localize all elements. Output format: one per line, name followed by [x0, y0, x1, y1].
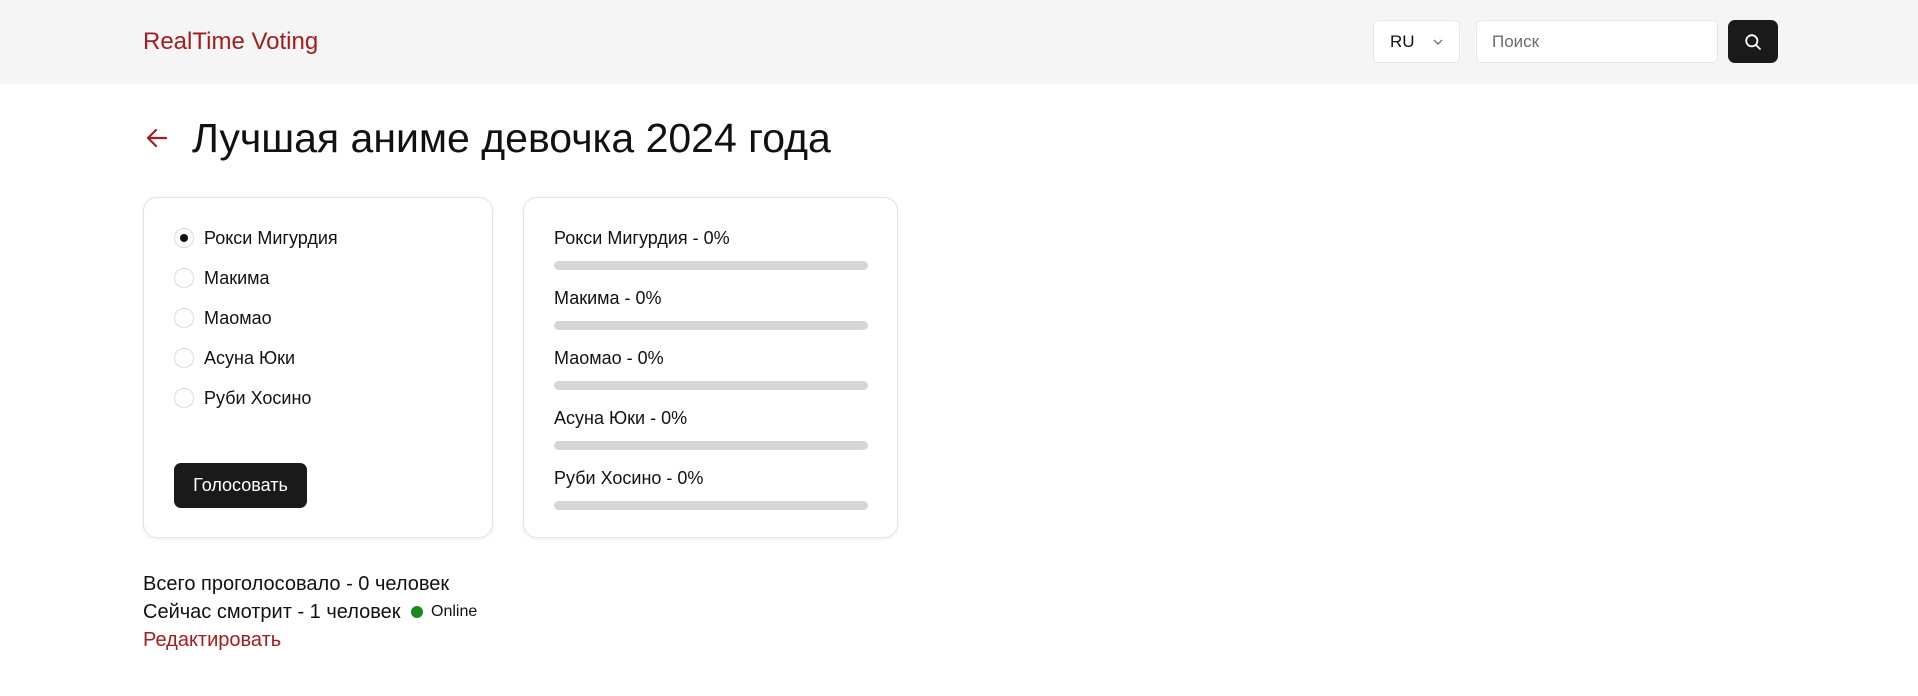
result-item: Маомао - 0% — [554, 347, 868, 390]
result-progress-bar — [554, 381, 868, 390]
result-progress-bar — [554, 321, 868, 330]
vote-option-label: Маомао — [204, 307, 272, 328]
page-title: Лучшая аниме девочка 2024 года — [192, 115, 831, 161]
vote-option-label: Руби Хосино — [204, 387, 312, 408]
radio-button[interactable] — [174, 388, 194, 408]
vote-option[interactable]: Руби Хосино — [174, 384, 311, 412]
search-button[interactable] — [1728, 20, 1778, 63]
radio-button[interactable] — [174, 268, 194, 288]
online-status: Online — [411, 603, 477, 621]
result-label: Макима - 0% — [554, 288, 662, 308]
chevron-down-icon — [1433, 39, 1443, 45]
result-item: Рокси Мигурдия - 0% — [554, 227, 868, 270]
total-votes-text: Всего проголосовало - 0 человек — [143, 573, 450, 595]
vote-option[interactable]: Рокси Мигурдия — [174, 224, 338, 252]
result-progress-bar — [554, 441, 868, 450]
result-item: Асуна Юки - 0% — [554, 407, 868, 450]
vote-option-label: Макима — [204, 267, 270, 288]
language-select-value: RU — [1390, 31, 1415, 51]
language-select[interactable]: RU — [1373, 20, 1460, 63]
radio-button-selected[interactable] — [174, 228, 194, 248]
result-label: Асуна Юки - 0% — [554, 408, 688, 428]
arrow-left-icon — [146, 128, 168, 148]
result-item: Макима - 0% — [554, 287, 868, 330]
result-progress-bar — [554, 261, 868, 270]
result-label: Руби Хосино - 0% — [554, 468, 704, 488]
results-card: Рокси Мигурдия - 0% Макима - 0% Маомао -… — [523, 197, 898, 538]
vote-option[interactable]: Макима — [174, 264, 270, 292]
result-label: Маомао - 0% — [554, 348, 664, 368]
vote-option-label: Асуна Юки — [204, 347, 296, 368]
result-item: Руби Хосино - 0% — [554, 467, 868, 510]
search-icon — [1745, 33, 1761, 50]
back-button[interactable] — [143, 124, 171, 152]
radio-button[interactable] — [174, 308, 194, 328]
brand-logo-link[interactable]: RealTime Voting — [143, 28, 318, 56]
edit-link[interactable]: Редактировать — [143, 628, 281, 652]
vote-option-label: Рокси Мигурдия — [204, 227, 338, 248]
online-status-label: Online — [431, 603, 478, 620]
radio-button[interactable] — [174, 348, 194, 368]
vote-submit-button[interactable]: Голосовать — [174, 463, 307, 508]
vote-card: Рокси Мигурдия Макима Маомао Асуна Юки Р… — [143, 197, 493, 538]
result-progress-bar — [554, 501, 868, 510]
search-input[interactable] — [1476, 20, 1718, 63]
result-label: Рокси Мигурдия - 0% — [554, 228, 730, 248]
online-dot-icon — [411, 606, 423, 618]
top-navbar: RealTime Voting RU — [0, 0, 1918, 84]
vote-option[interactable]: Маомао — [174, 304, 272, 332]
watching-now-text: Сейчас смотрит - 1 человек — [143, 601, 401, 623]
vote-option[interactable]: Асуна Юки — [174, 344, 295, 372]
